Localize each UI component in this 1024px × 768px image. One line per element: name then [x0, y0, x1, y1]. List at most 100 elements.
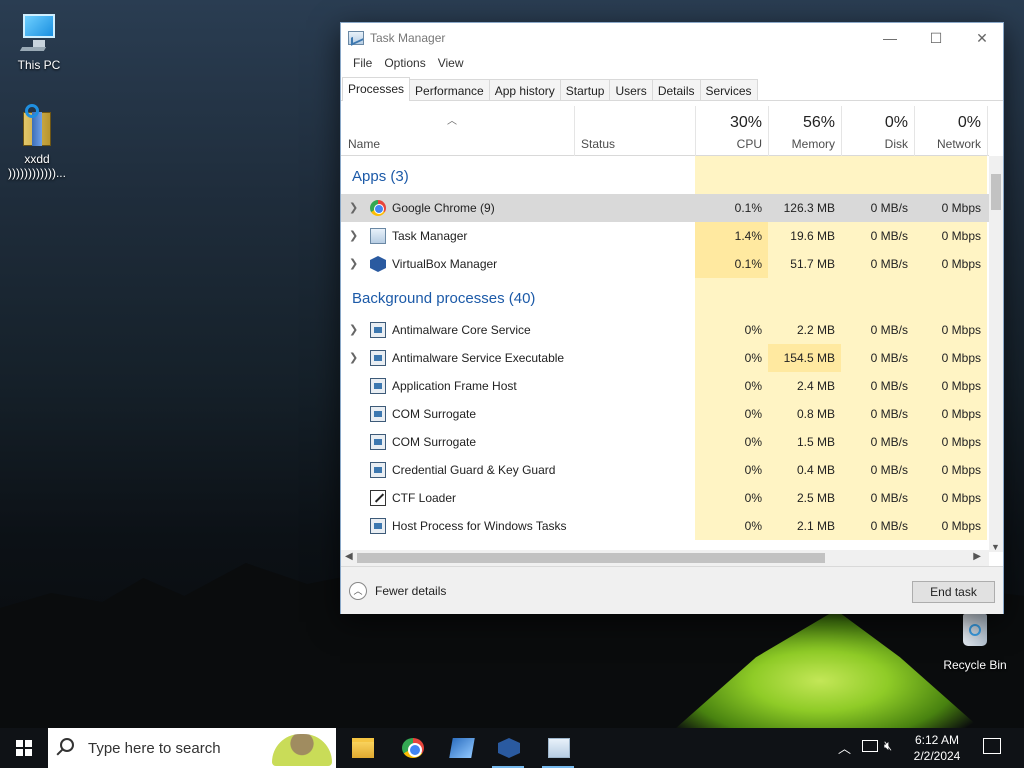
desktop-icon-xxdd[interactable]: xxdd ))))))))))))... — [0, 104, 75, 180]
column-header-memory[interactable]: 56% Memory — [768, 106, 841, 156]
search-placeholder: Type here to search — [88, 740, 221, 757]
table-row[interactable]: ❯ Google Chrome (9) 0.1% 126.3 MB 0 MB/s 0 Mb… — [341, 194, 989, 222]
column-header-cpu[interactable]: 30% CPU — [695, 106, 768, 156]
table-row[interactable]: COM Surrogate 0% 0.8 MB 0 MB/s 0 Mbps — [341, 400, 989, 428]
clock-time: 6:12 AM — [914, 733, 960, 747]
table-row[interactable]: ❯ VirtualBox Manager 0.1% 51.7 MB 0 MB/s 0 Mb… — [341, 250, 989, 278]
process-name: Task Manager — [392, 229, 468, 243]
chevron-right-icon[interactable]: ❯ — [349, 222, 358, 250]
disk-cell: 0 MB/s — [841, 512, 914, 540]
group-title: Background processes (40) — [352, 290, 536, 307]
table-row[interactable]: Credential Guard & Key Guard 0% 0.4 MB 0 MB… — [341, 456, 989, 484]
memory-cell: 51.7 MB — [768, 250, 841, 278]
table-row[interactable]: COM Surrogate 0% 1.5 MB 0 MB/s 0 Mbps — [341, 428, 989, 456]
process-name: Host Process for Windows Tasks — [392, 519, 567, 533]
disk-cell: 0 MB/s — [841, 344, 914, 372]
remote-desktop-icon[interactable] — [441, 732, 481, 768]
task-manager-icon[interactable] — [538, 732, 578, 768]
window-title: Task Manager — [370, 31, 446, 45]
process-table: ︿ Name Status 30% CPU 56% Memory 0% Disk 0%… — [341, 106, 989, 552]
fewer-details-button[interactable]: ︿ Fewer details — [349, 582, 446, 600]
notifications-icon[interactable] — [983, 738, 1001, 754]
tab-app-history[interactable]: App history — [488, 79, 561, 100]
tab-performance[interactable]: Performance — [409, 79, 490, 100]
memory-cell: 0.4 MB — [768, 456, 841, 484]
windows-logo-icon — [16, 740, 32, 756]
recycle-bin-icon — [953, 610, 997, 654]
network-cell: 0 Mbps — [914, 194, 987, 222]
scroll-thumb[interactable] — [357, 553, 825, 563]
cpu-cell: 0% — [695, 316, 768, 344]
tab-users[interactable]: Users — [609, 79, 653, 100]
group-title: Apps (3) — [352, 168, 409, 185]
desktop-icon-recycle-bin[interactable]: Recycle Bin — [937, 610, 1013, 672]
chevron-right-icon[interactable]: ❯ — [349, 250, 358, 278]
computer-icon — [17, 10, 61, 54]
scroll-right-arrow-icon[interactable]: ▶ — [973, 551, 981, 562]
disk-cell: 0 MB/s — [841, 428, 914, 456]
clock[interactable]: 6:12 AM 2/2/2024 — [902, 732, 972, 764]
table-row[interactable]: Host Process for Windows Tasks 0% 2.1 MB 0 … — [341, 512, 989, 540]
horizontal-scrollbar[interactable]: ◀ ▶ — [341, 550, 989, 566]
tab-details[interactable]: Details — [651, 79, 701, 100]
maximize-button[interactable]: ☐ — [913, 23, 959, 53]
table-row[interactable]: Application Frame Host 0% 2.4 MB 0 MB/s 0 Mb… — [341, 372, 989, 400]
minimize-button[interactable]: — — [867, 23, 913, 53]
service-icon — [370, 434, 386, 450]
menu-view[interactable]: View — [432, 56, 470, 70]
chevron-right-icon[interactable]: ❯ — [349, 194, 358, 222]
cpu-cell: 0% — [695, 456, 768, 484]
menu-options[interactable]: Options — [378, 56, 431, 70]
sort-up-icon: ︿ — [447, 116, 457, 127]
table-row[interactable]: ❯ Task Manager 1.4% 19.6 MB 0 MB/s 0 Mbps — [341, 222, 989, 250]
desktop-icon-this-pc[interactable]: This PC — [1, 10, 77, 72]
menu-file[interactable]: File — [347, 56, 378, 70]
memory-cell: 2.4 MB — [768, 372, 841, 400]
virtualbox-icon[interactable] — [488, 732, 528, 768]
file-explorer-icon[interactable] — [342, 732, 382, 768]
table-row[interactable]: ❯ Antimalware Service Executable 0% 154.5 M… — [341, 344, 989, 372]
network-cell: 0 Mbps — [914, 484, 987, 512]
scroll-thumb[interactable] — [991, 174, 1001, 210]
network-cell: 0 Mbps — [914, 344, 987, 372]
scroll-down-arrow-icon[interactable]: ▼ — [991, 542, 1000, 552]
search-box[interactable]: Type here to search — [48, 728, 336, 768]
task-manager-window: Task Manager — ☐ ✕ File Options View Pro… — [340, 22, 1004, 614]
cpu-cell: 1.4% — [695, 222, 768, 250]
column-header-status[interactable]: Status — [574, 106, 694, 156]
cpu-cell: 0% — [695, 484, 768, 512]
chevron-right-icon[interactable]: ❯ — [349, 316, 358, 344]
start-button[interactable] — [0, 728, 48, 768]
disk-cell: 0 MB/s — [841, 250, 914, 278]
network-icon[interactable] — [862, 740, 878, 752]
service-icon — [370, 462, 386, 478]
chrome-icon[interactable] — [392, 732, 432, 768]
column-header-disk[interactable]: 0% Disk — [841, 106, 914, 156]
disk-cell: 0 MB/s — [841, 194, 914, 222]
network-cell: 0 Mbps — [914, 372, 987, 400]
tab-strip: Processes Performance App history Startu… — [341, 77, 1003, 101]
end-task-button[interactable]: End task — [912, 581, 995, 603]
table-row[interactable]: ❯ Antimalware Core Service 0% 2.2 MB 0 MB/s 0… — [341, 316, 989, 344]
tab-processes[interactable]: Processes — [342, 77, 411, 101]
disk-cell: 0 MB/s — [841, 400, 914, 428]
chevron-right-icon[interactable]: ❯ — [349, 344, 358, 372]
column-header-network[interactable]: 0% Network — [914, 106, 987, 156]
title-bar[interactable]: Task Manager — ☐ ✕ — [341, 23, 1003, 53]
memory-cell: 154.5 MB — [768, 344, 841, 372]
column-header-name[interactable]: Name — [348, 137, 380, 151]
desktop-icon-sublabel: ))))))))))))... — [8, 166, 66, 180]
column-header-power[interactable]: P — [987, 106, 989, 156]
close-button[interactable]: ✕ — [959, 23, 1005, 53]
memory-cell: 2.2 MB — [768, 316, 841, 344]
table-row[interactable]: CTF Loader 0% 2.5 MB 0 MB/s 0 Mbps — [341, 484, 989, 512]
tab-services[interactable]: Services — [699, 79, 758, 100]
network-cell: 0 Mbps — [914, 250, 987, 278]
tray-chevron-up-icon[interactable]: ︿ — [838, 738, 851, 757]
vertical-scrollbar[interactable]: ▼ — [989, 156, 1003, 552]
memory-cell: 19.6 MB — [768, 222, 841, 250]
scroll-left-arrow-icon[interactable]: ◀ — [345, 551, 353, 562]
tab-startup[interactable]: Startup — [559, 79, 611, 100]
volume-muted-icon[interactable]: 🔇︎ — [884, 738, 892, 754]
task-manager-icon — [348, 31, 364, 45]
